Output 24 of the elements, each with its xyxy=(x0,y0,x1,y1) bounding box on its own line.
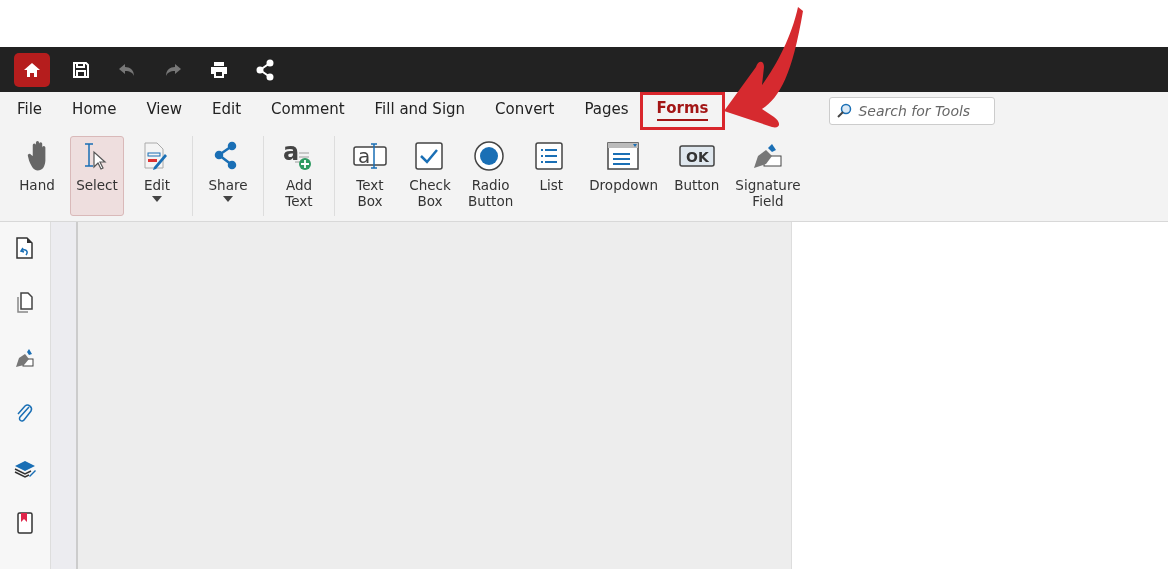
home-icon[interactable] xyxy=(14,52,50,87)
tool-button[interactable]: OK Button xyxy=(669,136,725,216)
tool-button[interactable]: List xyxy=(524,136,579,216)
menu-tab[interactable]: Pages xyxy=(571,91,642,131)
menu-tab[interactable]: Comment xyxy=(258,91,358,131)
dropdown-icon xyxy=(605,139,642,173)
tool-button[interactable]: Share xyxy=(201,136,255,216)
tool-button[interactable]: a Add Text xyxy=(272,136,326,216)
menu-tab[interactable]: File xyxy=(4,91,56,131)
menu-tab[interactable]: Fill and Sign xyxy=(361,91,479,131)
tool-button[interactable]: Edit xyxy=(130,136,184,216)
tool-button[interactable]: Radio Button xyxy=(463,136,519,216)
search-field[interactable]: Search for Tools xyxy=(829,97,996,125)
tool-button[interactable]: Check Box xyxy=(403,136,457,216)
tool-button[interactable]: Hand xyxy=(10,136,64,216)
tool-button[interactable]: Dropdown xyxy=(584,136,664,216)
menu-tab[interactable]: Convert xyxy=(482,91,568,131)
tool-button[interactable]: Signature Field xyxy=(730,136,806,216)
menu-tab[interactable]: Home xyxy=(59,91,130,131)
tool-button[interactable]: Select xyxy=(70,136,124,216)
tool-button[interactable]: a Text Box xyxy=(343,136,397,216)
menu-tab[interactable]: Edit xyxy=(199,91,255,131)
menu-tab[interactable]: View xyxy=(133,91,195,131)
search-icon xyxy=(837,103,854,119)
